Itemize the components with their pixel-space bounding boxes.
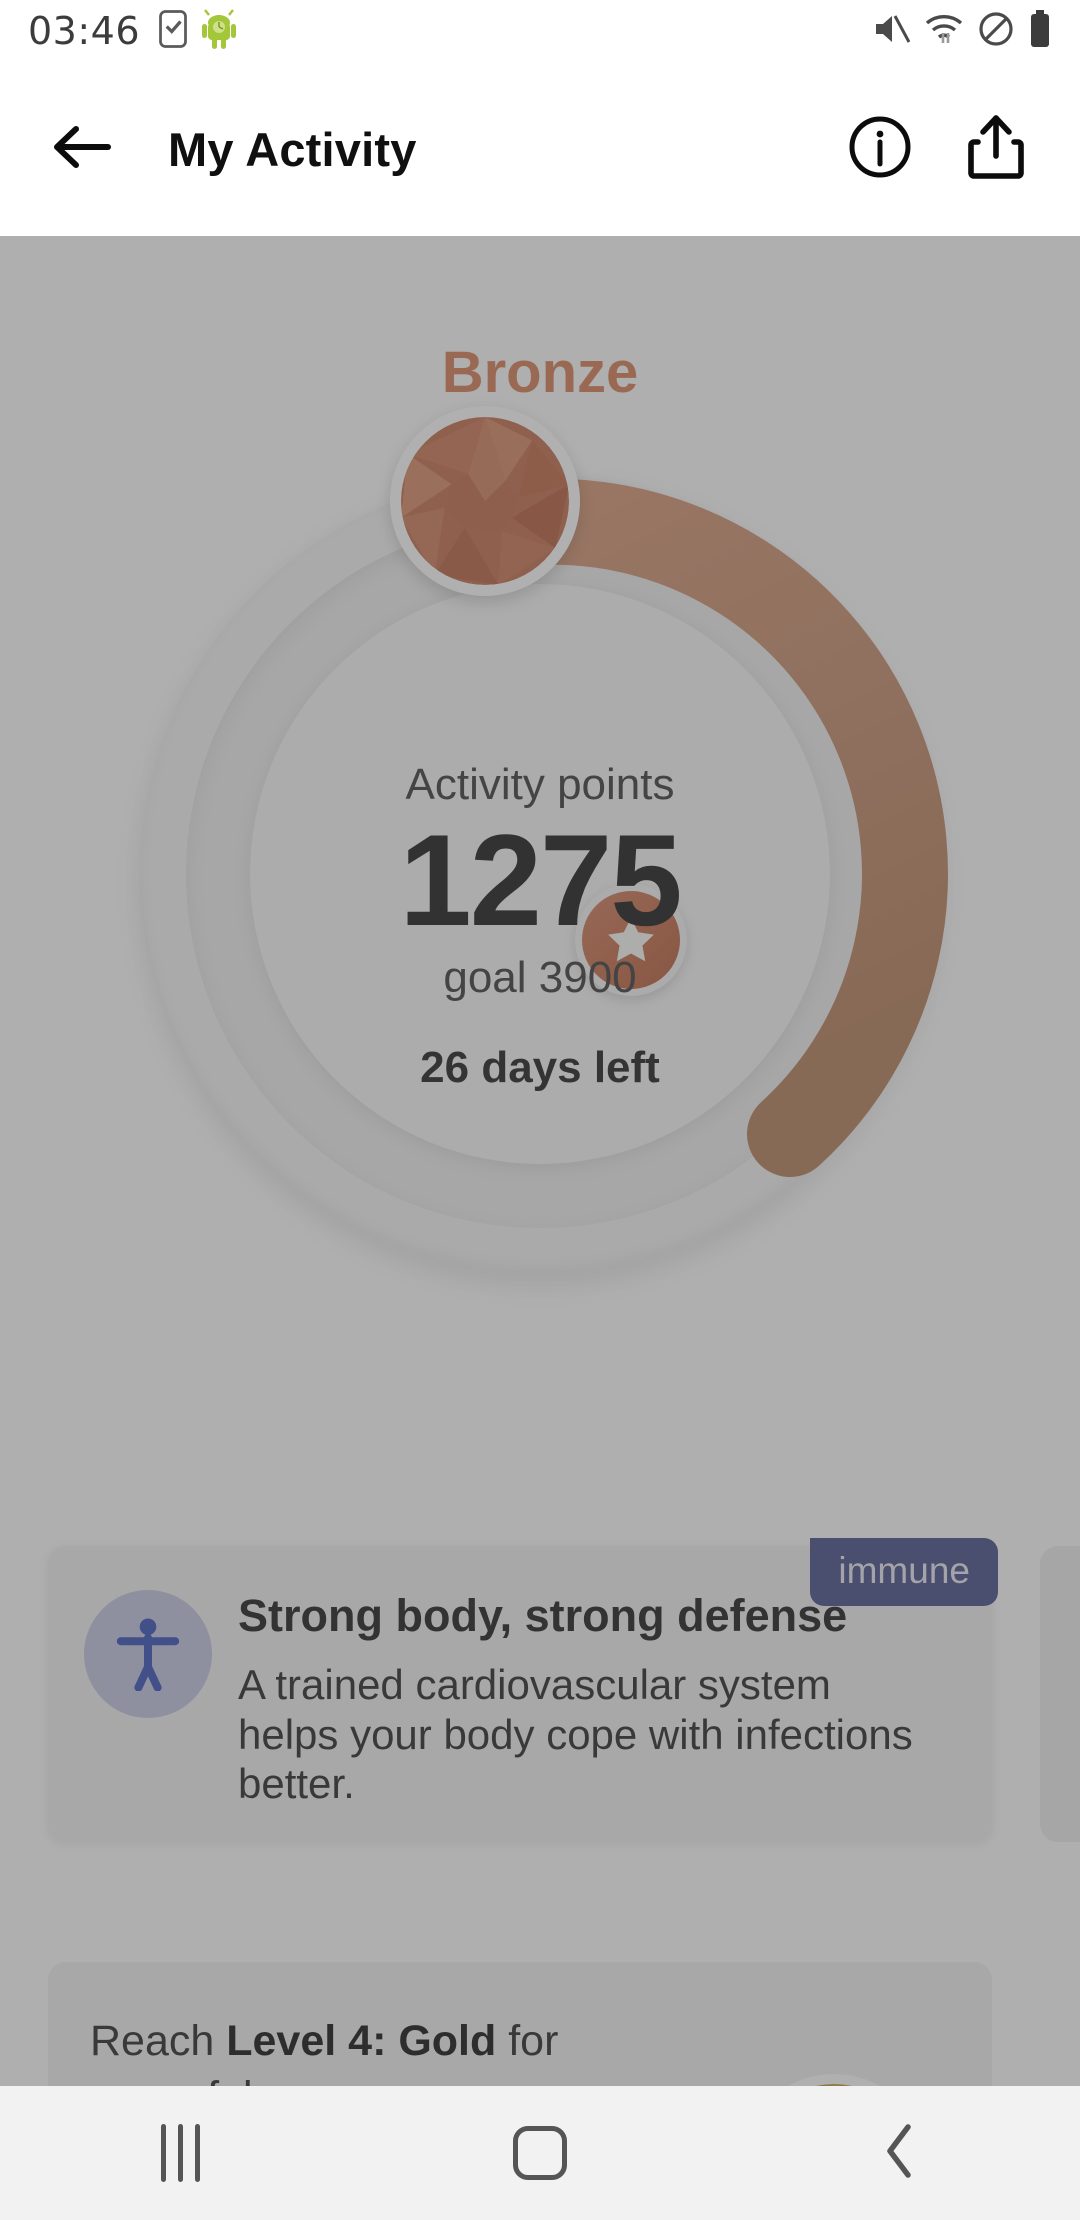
next-level-prefix: Reach: [90, 2017, 227, 2065]
ring-center-stats: Activity points 1275 goal 3900 26 days l…: [200, 760, 880, 1093]
status-bar-system-icons: [872, 9, 1052, 53]
level-name: Bronze: [441, 340, 639, 405]
status-badge: immune: [810, 1538, 998, 1606]
share-button[interactable]: [958, 111, 1034, 187]
chevron-left-icon: [880, 2121, 920, 2186]
do-not-disturb-icon: [978, 11, 1014, 52]
nav-back-button[interactable]: [720, 2086, 1080, 2220]
activity-goal-text: goal 3900: [443, 952, 637, 1002]
home-icon: [513, 2126, 567, 2180]
nav-recents-button[interactable]: [0, 2086, 360, 2220]
status-bar: 03:46: [0, 0, 1080, 62]
activity-points-label: Activity points: [405, 760, 675, 809]
arrow-left-icon: [52, 121, 114, 178]
volume-mute-icon: [872, 12, 911, 51]
status-bar-notification-icons: [158, 8, 237, 54]
info-button[interactable]: [842, 111, 918, 187]
back-button[interactable]: [46, 112, 120, 186]
battery-full-icon: [1028, 9, 1052, 53]
wifi-icon: [924, 12, 964, 51]
benefit-card-description: A trained cardiovascular system helps yo…: [238, 1661, 913, 1808]
benefit-card[interactable]: immune Strong body, strong defense A tra…: [48, 1538, 998, 1842]
share-icon: [965, 114, 1027, 185]
info-circle-icon: [847, 114, 913, 185]
activity-points-value: 1275: [399, 807, 682, 953]
recents-icon: [160, 2124, 200, 2182]
status-bar-clock: 03:46: [28, 9, 141, 53]
bronze-gem-icon: [390, 406, 580, 596]
next-level-name: Level 4: Gold: [226, 2017, 497, 2065]
system-nav-bar: [0, 2086, 1080, 2220]
days-left-text: 26 days left: [420, 1042, 660, 1092]
accessibility-person-icon: [84, 1590, 212, 1718]
app-bar: My Activity: [0, 62, 1080, 236]
nav-home-button[interactable]: [360, 2086, 720, 2220]
page-title: My Activity: [168, 122, 417, 176]
android-bugdroid-icon: [202, 8, 237, 54]
tasks-checklist-icon: [158, 9, 188, 53]
benefit-card-next-peek[interactable]: [1040, 1546, 1080, 1842]
